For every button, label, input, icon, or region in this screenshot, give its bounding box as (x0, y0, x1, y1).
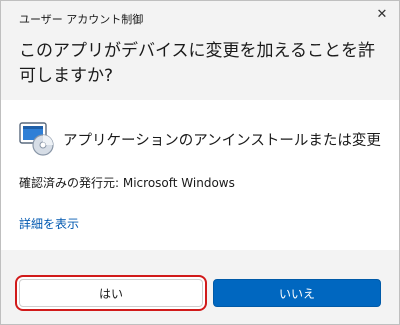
no-button[interactable]: いいえ (213, 279, 381, 307)
dialog-header: ユーザー アカウント制御 ✕ このアプリがデバイスに変更を加えることを許可します… (1, 1, 399, 100)
programs-and-features-icon (19, 122, 54, 156)
publisher-info: 確認済みの発行元: Microsoft Windows (19, 176, 235, 190)
close-icon: ✕ (376, 6, 388, 22)
yes-button[interactable]: はい (19, 279, 203, 307)
show-details-link[interactable]: 詳細を表示 (19, 215, 79, 232)
app-name: アプリケーションのアンインストールまたは変更 (63, 132, 381, 149)
dialog-footer: はい いいえ (1, 250, 399, 324)
app-info: アプリケーションのアンインストールまたは変更 (19, 122, 381, 156)
window-title: ユーザー アカウント制御 (19, 13, 144, 26)
dialog-body: アプリケーションのアンインストールまたは変更 確認済みの発行元: Microso… (1, 100, 399, 250)
close-button[interactable]: ✕ (369, 3, 395, 25)
uac-dialog: ユーザー アカウント制御 ✕ このアプリがデバイスに変更を加えることを許可します… (0, 0, 400, 325)
prompt-question: このアプリがデバイスに変更を加えることを許可しますか? (19, 41, 375, 86)
